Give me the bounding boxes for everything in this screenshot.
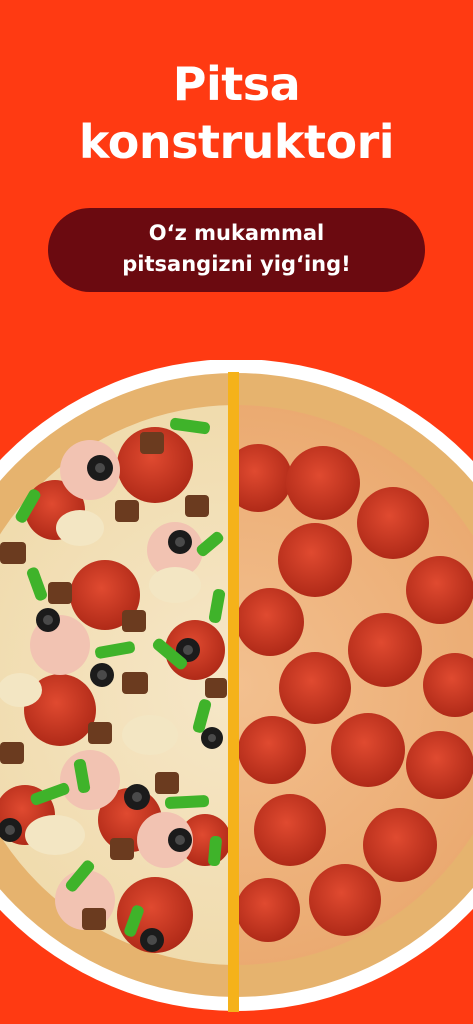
page-title: Pitsa konstruktori [0, 55, 473, 171]
title-line-2: konstruktori [78, 115, 395, 169]
promo-banner: O‘z mukammal pitsangizni yig‘ing! [48, 208, 425, 292]
promo-line-1: O‘z mukammal [148, 221, 325, 245]
pizza-illustration [0, 360, 473, 1024]
promo-line-2: pitsangizni yig‘ing! [122, 252, 351, 276]
half-divider [228, 372, 239, 1012]
title-line-1: Pitsa [172, 57, 301, 111]
half-and-half-pizza-image [0, 360, 473, 1012]
